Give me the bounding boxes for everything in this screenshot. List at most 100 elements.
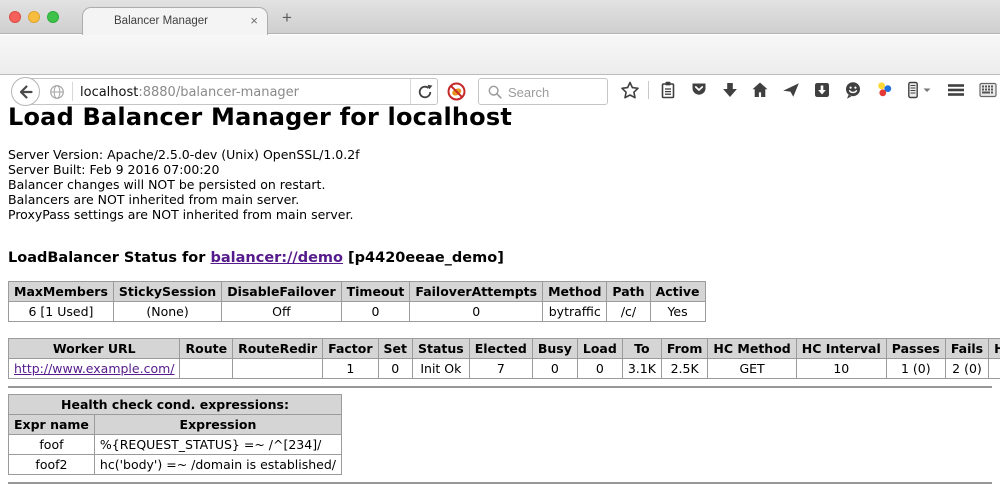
balancer-value-cell: Off bbox=[222, 302, 341, 322]
balancer-value-cell: 6 [1 Used] bbox=[9, 302, 114, 322]
worker-value-cell: 1 (0) bbox=[886, 359, 945, 379]
health-header-cell: Expression bbox=[94, 415, 341, 435]
worker-header-cell: Passes bbox=[886, 339, 945, 359]
balancer-header-cell: Method bbox=[543, 282, 607, 302]
worker-value-cell: 7 bbox=[469, 359, 532, 379]
balancer-value-cell: (None) bbox=[113, 302, 221, 322]
url-bar[interactable]: localhost:8880/balancer-manager bbox=[27, 78, 438, 105]
balancer-header-cell: Active bbox=[650, 282, 705, 302]
url-text[interactable]: localhost:8880/balancer-manager bbox=[80, 85, 299, 100]
new-tab-button[interactable]: + bbox=[282, 8, 292, 28]
back-arrow-icon bbox=[16, 82, 36, 102]
health-caption-row: Health check cond. expressions: bbox=[9, 395, 342, 415]
worker-header-cell: To bbox=[622, 339, 661, 359]
proxypass-notice-line: ProxyPass settings are NOT inherited fro… bbox=[8, 207, 992, 222]
worker-header-cell: HC uri bbox=[989, 339, 1000, 359]
worker-data-row: http://www.example.com/ 10Init Ok7003.1K… bbox=[9, 359, 1000, 379]
balancer-header-cell: Timeout bbox=[341, 282, 410, 302]
health-header-row: Expr nameExpression bbox=[9, 415, 342, 435]
worker-header-cell: Worker URL bbox=[9, 339, 180, 359]
worker-header-cell: RouteRedir bbox=[233, 339, 323, 359]
health-expr-row: foof%{REQUEST_STATUS} =~ /^[234]/ bbox=[9, 435, 342, 455]
worker-header-cell: From bbox=[661, 339, 708, 359]
worker-header-row: Worker URLRouteRouteRedirFactorSetStatus… bbox=[9, 339, 1000, 359]
status-heading-suffix: [p4420eeae_demo] bbox=[343, 250, 504, 266]
balancer-settings-table: MaxMembersStickySessionDisableFailoverTi… bbox=[8, 281, 706, 322]
server-version-line: Server Version: Apache/2.5.0-dev (Unix) … bbox=[8, 147, 992, 162]
worker-header-cell: HC Interval bbox=[796, 339, 886, 359]
status-heading-prefix: LoadBalancer Status for bbox=[8, 250, 210, 266]
back-button[interactable] bbox=[11, 77, 40, 106]
balancer-value-cell: 0 bbox=[341, 302, 410, 322]
browser-window: Balancer Manager × + localhost:8880/bala… bbox=[0, 0, 1000, 491]
cell: %{REQUEST_STATUS} =~ /^[234]/ bbox=[94, 435, 341, 455]
worker-value-cell: 0 bbox=[532, 359, 577, 379]
urlbar-divider bbox=[72, 82, 73, 101]
server-built-line: Server Built: Feb 9 2016 07:00:20 bbox=[8, 162, 992, 177]
balancer-header-cell: FailoverAttempts bbox=[410, 282, 543, 302]
worker-value-cell: 3.1K bbox=[622, 359, 661, 379]
worker-value-cell: 0 bbox=[577, 359, 622, 379]
balancer-data-row: 6 [1 Used](None)Off00bytraffic/c/Yes bbox=[9, 302, 706, 322]
worker-value-cell: 2.5K bbox=[661, 359, 708, 379]
health-table-body: foof%{REQUEST_STATUS} =~ /^[234]/foof2hc… bbox=[9, 435, 342, 475]
titlebar: Balancer Manager × + bbox=[0, 0, 1000, 34]
page-title: Load Balancer Manager for localhost bbox=[8, 103, 992, 131]
worker-value-cell bbox=[233, 359, 323, 379]
cell: foof bbox=[9, 435, 95, 455]
worker-url-link[interactable]: http://www.example.com/ bbox=[14, 361, 174, 376]
balancer-header-cell: StickySession bbox=[113, 282, 221, 302]
balancer-value-cell: 0 bbox=[410, 302, 543, 322]
tab-close-icon[interactable]: × bbox=[250, 13, 258, 28]
loadbalancer-status-heading: LoadBalancer Status for balancer://demo … bbox=[8, 250, 992, 266]
tab-balancer-manager[interactable]: Balancer Manager × bbox=[82, 7, 268, 35]
worker-value-cell: 10 bbox=[796, 359, 886, 379]
close-window-button[interactable] bbox=[9, 11, 21, 23]
health-check-table: Health check cond. expressions: Expr nam… bbox=[8, 394, 342, 475]
section-divider bbox=[8, 386, 992, 388]
balancer-value-cell: Yes bbox=[650, 302, 705, 322]
balancer-header-cell: MaxMembers bbox=[9, 282, 114, 302]
page-content: Load Balancer Manager for localhost Serv… bbox=[0, 76, 1000, 484]
worker-status-table: Worker URLRouteRouteRedirFactorSetStatus… bbox=[8, 338, 1000, 379]
server-info: Server Version: Apache/2.5.0-dev (Unix) … bbox=[8, 147, 992, 222]
worker-value-cell: 2 (0) bbox=[945, 359, 988, 379]
tab-title: Balancer Manager bbox=[83, 15, 239, 27]
inherit-notice-line: Balancers are NOT inherited from main se… bbox=[8, 192, 992, 207]
reload-icon bbox=[415, 82, 435, 102]
worker-value-cell: GET bbox=[708, 359, 796, 379]
worker-header-cell: Elected bbox=[469, 339, 532, 359]
balancer-demo-link[interactable]: balancer://demo bbox=[210, 250, 343, 266]
url-path: :8880/balancer-manager bbox=[138, 85, 299, 100]
worker-header-cell: Load bbox=[577, 339, 622, 359]
nav-toolbar: localhost:8880/balancer-manager Search bbox=[0, 35, 1000, 75]
cell: hc('body') =~ /domain is established/ bbox=[94, 455, 341, 475]
minimize-window-button[interactable] bbox=[28, 11, 40, 23]
worker-value-cell: Init Ok bbox=[413, 359, 470, 379]
zoom-window-button[interactable] bbox=[47, 11, 59, 23]
health-header-cell: Expr name bbox=[9, 415, 95, 435]
worker-header-cell: Route bbox=[180, 339, 233, 359]
worker-value-cell bbox=[989, 359, 1000, 379]
worker-value-cell: 0 bbox=[378, 359, 412, 379]
worker-header-cell: Set bbox=[378, 339, 412, 359]
balancer-value-cell: bytraffic bbox=[543, 302, 607, 322]
cell: foof2 bbox=[9, 455, 95, 475]
balancer-value-cell: /c/ bbox=[607, 302, 650, 322]
worker-header-cell: Busy bbox=[532, 339, 577, 359]
url-domain: localhost bbox=[80, 85, 138, 100]
bottom-divider bbox=[8, 482, 992, 484]
worker-header-cell: Status bbox=[413, 339, 470, 359]
globe-icon bbox=[48, 83, 66, 101]
balancer-header-row: MaxMembersStickySessionDisableFailoverTi… bbox=[9, 282, 706, 302]
health-expr-row: foof2hc('body') =~ /domain is establishe… bbox=[9, 455, 342, 475]
worker-header-cell: HC Method bbox=[708, 339, 796, 359]
worker-url-cell: http://www.example.com/ bbox=[9, 359, 180, 379]
worker-value-cell bbox=[180, 359, 233, 379]
health-table-caption: Health check cond. expressions: bbox=[9, 395, 342, 415]
worker-value-cell: 1 bbox=[323, 359, 378, 379]
balancer-header-cell: DisableFailover bbox=[222, 282, 341, 302]
balancer-header-cell: Path bbox=[607, 282, 650, 302]
worker-header-cell: Fails bbox=[945, 339, 988, 359]
reload-button[interactable] bbox=[410, 79, 437, 104]
